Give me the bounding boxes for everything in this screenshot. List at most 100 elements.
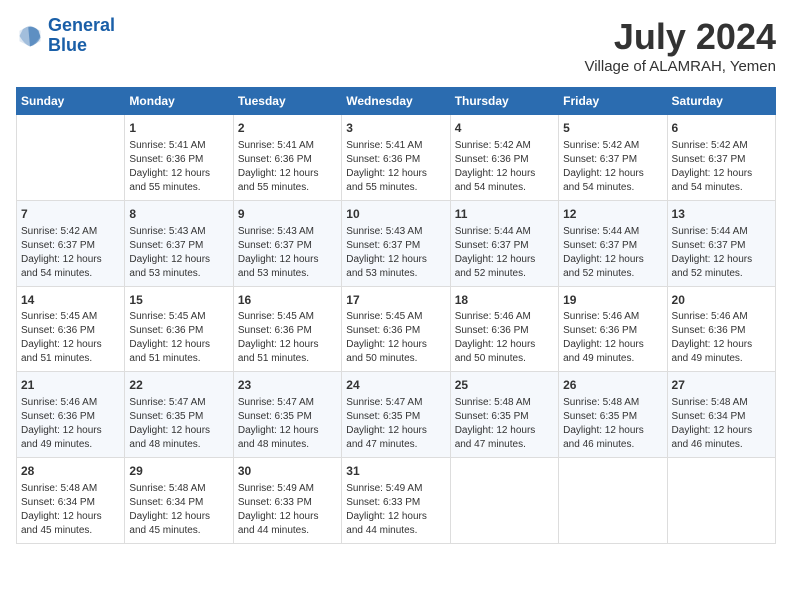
day-content: Sunrise: 5:43 AM Sunset: 6:37 PM Dayligh… <box>129 225 228 281</box>
day-number: 29 <box>129 463 228 480</box>
day-content: Sunrise: 5:41 AM Sunset: 6:36 PM Dayligh… <box>129 139 228 195</box>
calendar-cell: 3 Sunrise: 5:41 AM Sunset: 6:36 PM Daylig… <box>342 115 450 201</box>
day-content: Sunrise: 5:45 AM Sunset: 6:36 PM Dayligh… <box>21 310 120 366</box>
day-content: Sunrise: 5:45 AM Sunset: 6:36 PM Dayligh… <box>238 310 337 366</box>
day-content: Sunrise: 5:49 AM Sunset: 6:33 PM Dayligh… <box>238 482 337 538</box>
calendar-cell: 19Sunrise: 5:46 AM Sunset: 6:36 PM Dayli… <box>559 286 667 372</box>
day-content: Sunrise: 5:44 AM Sunset: 6:37 PM Dayligh… <box>672 225 771 281</box>
day-number: 3 <box>346 120 445 137</box>
day-content: Sunrise: 5:46 AM Sunset: 6:36 PM Dayligh… <box>455 310 554 366</box>
day-number: 26 <box>563 377 662 394</box>
day-number: 6 <box>672 120 771 137</box>
day-number: 14 <box>21 292 120 309</box>
calendar-cell: 6 Sunrise: 5:42 AM Sunset: 6:37 PM Daylig… <box>667 115 775 201</box>
logo-text: General Blue <box>48 16 115 56</box>
calendar-cell: 4 Sunrise: 5:42 AM Sunset: 6:36 PM Daylig… <box>450 115 558 201</box>
location: Village of ALAMRAH, Yemen <box>584 58 776 75</box>
weekday-header-wednesday: Wednesday <box>342 88 450 115</box>
logo-icon <box>16 22 44 50</box>
day-content: Sunrise: 5:47 AM Sunset: 6:35 PM Dayligh… <box>238 396 337 452</box>
calendar-cell: 22Sunrise: 5:47 AM Sunset: 6:35 PM Dayli… <box>125 372 233 458</box>
logo-line1: General <box>48 15 115 35</box>
calendar-cell: 15Sunrise: 5:45 AM Sunset: 6:36 PM Dayli… <box>125 286 233 372</box>
weekday-header-sunday: Sunday <box>17 88 125 115</box>
calendar-cell: 5 Sunrise: 5:42 AM Sunset: 6:37 PM Daylig… <box>559 115 667 201</box>
day-number: 7 <box>21 206 120 223</box>
day-content: Sunrise: 5:46 AM Sunset: 6:36 PM Dayligh… <box>563 310 662 366</box>
day-number: 27 <box>672 377 771 394</box>
day-content: Sunrise: 5:47 AM Sunset: 6:35 PM Dayligh… <box>129 396 228 452</box>
calendar-cell: 2 Sunrise: 5:41 AM Sunset: 6:36 PM Daylig… <box>233 115 341 201</box>
day-number: 11 <box>455 206 554 223</box>
title-block: July 2024 Village of ALAMRAH, Yemen <box>584 16 776 75</box>
day-content: Sunrise: 5:48 AM Sunset: 6:34 PM Dayligh… <box>672 396 771 452</box>
logo: General Blue <box>16 16 115 56</box>
calendar-cell: 28Sunrise: 5:48 AM Sunset: 6:34 PM Dayli… <box>17 458 125 544</box>
calendar-cell: 10 Sunrise: 5:43 AM Sunset: 6:37 PM Dayli… <box>342 200 450 286</box>
day-content: Sunrise: 5:45 AM Sunset: 6:36 PM Dayligh… <box>346 310 445 366</box>
calendar-cell <box>450 458 558 544</box>
calendar-cell: 16Sunrise: 5:45 AM Sunset: 6:36 PM Dayli… <box>233 286 341 372</box>
day-content: Sunrise: 5:41 AM Sunset: 6:36 PM Dayligh… <box>238 139 337 195</box>
day-number: 5 <box>563 120 662 137</box>
calendar-body: 1 Sunrise: 5:41 AM Sunset: 6:36 PM Daylig… <box>17 115 776 544</box>
weekday-header-saturday: Saturday <box>667 88 775 115</box>
page-header: General Blue July 2024 Village of ALAMRA… <box>16 16 776 75</box>
calendar-cell <box>667 458 775 544</box>
calendar-cell: 11 Sunrise: 5:44 AM Sunset: 6:37 PM Dayli… <box>450 200 558 286</box>
day-content: Sunrise: 5:48 AM Sunset: 6:35 PM Dayligh… <box>455 396 554 452</box>
day-number: 31 <box>346 463 445 480</box>
day-number: 8 <box>129 206 228 223</box>
day-number: 16 <box>238 292 337 309</box>
day-content: Sunrise: 5:44 AM Sunset: 6:37 PM Dayligh… <box>455 225 554 281</box>
calendar-cell: 1 Sunrise: 5:41 AM Sunset: 6:36 PM Daylig… <box>125 115 233 201</box>
calendar-cell: 14Sunrise: 5:45 AM Sunset: 6:36 PM Dayli… <box>17 286 125 372</box>
day-number: 20 <box>672 292 771 309</box>
day-number: 17 <box>346 292 445 309</box>
day-number: 9 <box>238 206 337 223</box>
calendar-table: SundayMondayTuesdayWednesdayThursdayFrid… <box>16 87 776 544</box>
day-content: Sunrise: 5:46 AM Sunset: 6:36 PM Dayligh… <box>21 396 120 452</box>
calendar-cell <box>17 115 125 201</box>
calendar-cell: 8 Sunrise: 5:43 AM Sunset: 6:37 PM Daylig… <box>125 200 233 286</box>
day-number: 30 <box>238 463 337 480</box>
calendar-cell: 31 Sunrise: 5:49 AM Sunset: 6:33 PM Dayli… <box>342 458 450 544</box>
weekday-row: SundayMondayTuesdayWednesdayThursdayFrid… <box>17 88 776 115</box>
calendar-week-4: 21Sunrise: 5:46 AM Sunset: 6:36 PM Dayli… <box>17 372 776 458</box>
calendar-cell: 23 Sunrise: 5:47 AM Sunset: 6:35 PM Dayli… <box>233 372 341 458</box>
day-content: Sunrise: 5:49 AM Sunset: 6:33 PM Dayligh… <box>346 482 445 538</box>
day-number: 24 <box>346 377 445 394</box>
calendar-cell: 24 Sunrise: 5:47 AM Sunset: 6:35 PM Dayli… <box>342 372 450 458</box>
calendar-header: SundayMondayTuesdayWednesdayThursdayFrid… <box>17 88 776 115</box>
calendar-cell: 17Sunrise: 5:45 AM Sunset: 6:36 PM Dayli… <box>342 286 450 372</box>
day-content: Sunrise: 5:42 AM Sunset: 6:37 PM Dayligh… <box>563 139 662 195</box>
day-number: 10 <box>346 206 445 223</box>
logo-line2: Blue <box>48 35 87 55</box>
day-content: Sunrise: 5:41 AM Sunset: 6:36 PM Dayligh… <box>346 139 445 195</box>
day-content: Sunrise: 5:42 AM Sunset: 6:36 PM Dayligh… <box>455 139 554 195</box>
day-number: 28 <box>21 463 120 480</box>
calendar-cell: 20Sunrise: 5:46 AM Sunset: 6:36 PM Dayli… <box>667 286 775 372</box>
day-content: Sunrise: 5:42 AM Sunset: 6:37 PM Dayligh… <box>21 225 120 281</box>
day-content: Sunrise: 5:46 AM Sunset: 6:36 PM Dayligh… <box>672 310 771 366</box>
calendar-week-1: 1 Sunrise: 5:41 AM Sunset: 6:36 PM Daylig… <box>17 115 776 201</box>
day-content: Sunrise: 5:48 AM Sunset: 6:35 PM Dayligh… <box>563 396 662 452</box>
calendar-week-3: 14Sunrise: 5:45 AM Sunset: 6:36 PM Dayli… <box>17 286 776 372</box>
calendar-week-2: 7 Sunrise: 5:42 AM Sunset: 6:37 PM Daylig… <box>17 200 776 286</box>
day-number: 12 <box>563 206 662 223</box>
day-content: Sunrise: 5:47 AM Sunset: 6:35 PM Dayligh… <box>346 396 445 452</box>
calendar-cell: 29Sunrise: 5:48 AM Sunset: 6:34 PM Dayli… <box>125 458 233 544</box>
day-number: 2 <box>238 120 337 137</box>
day-number: 13 <box>672 206 771 223</box>
day-number: 1 <box>129 120 228 137</box>
day-number: 23 <box>238 377 337 394</box>
weekday-header-monday: Monday <box>125 88 233 115</box>
day-content: Sunrise: 5:43 AM Sunset: 6:37 PM Dayligh… <box>346 225 445 281</box>
day-number: 4 <box>455 120 554 137</box>
day-content: Sunrise: 5:45 AM Sunset: 6:36 PM Dayligh… <box>129 310 228 366</box>
day-number: 18 <box>455 292 554 309</box>
weekday-header-friday: Friday <box>559 88 667 115</box>
day-content: Sunrise: 5:44 AM Sunset: 6:37 PM Dayligh… <box>563 225 662 281</box>
calendar-cell: 30 Sunrise: 5:49 AM Sunset: 6:33 PM Dayli… <box>233 458 341 544</box>
day-content: Sunrise: 5:42 AM Sunset: 6:37 PM Dayligh… <box>672 139 771 195</box>
